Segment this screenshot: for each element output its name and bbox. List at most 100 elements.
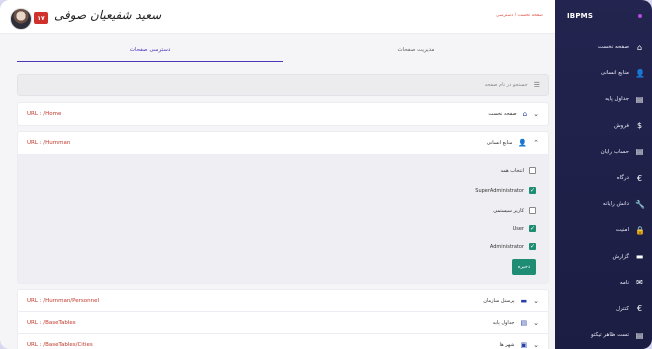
panel-url: URL : /BaseTables	[27, 320, 76, 326]
breadcrumb[interactable]: صفحه نخست / دسترسی	[496, 13, 543, 18]
sidebar-item-label: جداول پایه	[605, 96, 629, 103]
sidebar-item-label: تست ظاهر تیکتو	[590, 332, 629, 339]
filter-icon: ☰	[533, 81, 540, 89]
panel-title: جداول پایه	[492, 320, 515, 326]
user-signature: سعید شفیعیان صوفی	[54, 8, 162, 22]
brand-row: IBPMS	[555, 0, 652, 32]
chevron-down-icon[interactable]: ⌄	[533, 319, 539, 327]
sidebar-item-control[interactable]: کنترل €	[555, 296, 652, 322]
app-brand[interactable]: IBPMS	[567, 12, 593, 20]
app-window: ۱۷ سعید شفیعیان صوفی صفحه نخست / دسترسی …	[0, 0, 652, 349]
panel-header[interactable]: URL : /Humman منابع انسانی 👤 ⌃	[18, 132, 548, 154]
file-icon: ▤	[635, 94, 644, 104]
panel-header[interactable]: URL : /BaseTables/Cities شهر ها ▣ ⌄	[18, 334, 548, 349]
sidebar-item-label: فروش	[613, 122, 629, 129]
euro-icon: €	[636, 173, 643, 183]
panel-header[interactable]: URL : /BaseTables جداول پایه ▤ ⌄	[18, 312, 548, 334]
user-icon: 👤	[518, 139, 528, 147]
sidebar-item-base-tables[interactable]: جداول پایه ▤	[555, 86, 652, 112]
permission-label: User	[512, 225, 524, 232]
sidebar-item-human-resources[interactable]: منابع انسانی 👤	[555, 60, 652, 86]
tab-page-access[interactable]: دسترسی صفحات	[17, 38, 283, 62]
lock-icon: 🔒	[635, 225, 645, 235]
sidebar-item-label: صفحه نخست	[597, 44, 629, 51]
panel-title: شهر ها	[499, 342, 515, 348]
user-icon: 👤	[635, 68, 645, 78]
role-checkbox[interactable]: ✓	[529, 187, 536, 194]
image-icon: ▣	[520, 341, 528, 349]
permission-row: کاربر سیستمی	[493, 207, 536, 214]
sidebar-item-label: نامه	[619, 279, 629, 286]
panel-url: URL : /Home	[27, 111, 62, 117]
sidebar-item-reports[interactable]: گزارش ▬	[555, 244, 652, 270]
page-panel-home: URL : /Home صفحه نخست ⌂ ⌄	[17, 102, 549, 126]
permission-row: انتخاب همه	[500, 167, 536, 174]
avatar[interactable]	[10, 8, 32, 30]
chevron-up-icon[interactable]: ⌃	[533, 139, 539, 147]
mail-icon: ✉	[636, 278, 643, 288]
sidebar-item-label: گزارش	[612, 253, 629, 260]
panel-url: URL : /BaseTables/Cities	[27, 342, 93, 348]
wrench-icon: 🔧	[635, 199, 645, 209]
euro-icon: €	[636, 304, 643, 314]
sidebar-item-knowledge[interactable]: دانش رایانه 🔧	[555, 191, 652, 217]
sidebar-item-sales[interactable]: فروش $	[555, 113, 652, 139]
sidebar-item-label: حساب رایان	[600, 148, 629, 155]
dollar-icon: $	[636, 121, 643, 131]
permission-label: SuperAdministrator	[475, 187, 524, 194]
sidebar: IBPMS صفحه نخست ⌂ منابع انسانی 👤 جداول پای…	[555, 0, 652, 349]
panel-header[interactable]: URL : /Home صفحه نخست ⌂ ⌄	[18, 103, 548, 125]
page-panel-basetables: URL : /BaseTables جداول پایه ▤ ⌄	[17, 311, 549, 335]
panel-title: منابع انسانی	[486, 140, 513, 146]
permission-row: Administrator ✓	[490, 243, 536, 250]
sidebar-item-ticket-test[interactable]: تست ظاهر تیکتو ▤	[555, 322, 652, 348]
tab-page-management[interactable]: مدیریت صفحات	[283, 38, 549, 62]
home-icon: ⌂	[636, 42, 643, 52]
save-button[interactable]: ذخیره	[512, 259, 536, 275]
file-icon: ▤	[635, 147, 644, 157]
sidebar-item-home[interactable]: صفحه نخست ⌂	[555, 34, 652, 60]
chevron-down-icon[interactable]: ⌄	[533, 110, 539, 118]
folder-icon: ▬	[635, 252, 644, 262]
page-tabs: دسترسی صفحات مدیریت صفحات	[17, 38, 549, 62]
sidebar-item-label: دانش رایانه	[602, 201, 629, 208]
notification-badge[interactable]: ۱۷	[34, 12, 48, 24]
panel-title: صفحه نخست	[488, 111, 517, 117]
role-checkbox[interactable]: ✓	[529, 225, 536, 232]
page-panel-humman: URL : /Humman منابع انسانی 👤 ⌃ انتخاب هم…	[17, 131, 549, 284]
sidebar-item-label: منابع انسانی	[600, 70, 629, 77]
file-icon: ▤	[520, 319, 528, 327]
permission-row: User ✓	[513, 225, 536, 232]
permission-label: کاربر سیستمی	[493, 207, 524, 214]
panel-url: URL : /Humman/Personnel	[27, 298, 100, 304]
sidebar-item-security[interactable]: امنیت 🔒	[555, 217, 652, 243]
role-checkbox[interactable]	[529, 207, 536, 214]
folder-icon: ▬	[520, 297, 528, 305]
status-dot	[638, 14, 642, 18]
permissions-body: انتخاب همه SuperAdministrator ✓ کاربر سی…	[18, 154, 548, 283]
search-input[interactable]: جستجو در نام صفحه ☰	[17, 74, 549, 96]
search-placeholder: جستجو در نام صفحه	[484, 82, 528, 88]
panel-url: URL : /Humman	[27, 140, 71, 146]
select-all-checkbox[interactable]	[529, 167, 536, 174]
file-icon: ▤	[635, 330, 644, 340]
page-panel-cities: URL : /BaseTables/Cities شهر ها ▣ ⌄	[17, 333, 549, 349]
sidebar-item-label: درگاه	[616, 175, 629, 182]
page-panel-personnel: URL : /Humman/Personnel پرسنل سازمان ▬ ⌄	[17, 289, 549, 313]
top-bar: ۱۷ سعید شفیعیان صوفی صفحه نخست / دسترسی	[0, 0, 555, 34]
permission-label: Administrator	[489, 243, 524, 250]
permission-row: SuperAdministrator ✓	[475, 187, 536, 194]
panel-title: پرسنل سازمان	[483, 298, 515, 304]
chevron-down-icon[interactable]: ⌄	[533, 341, 539, 349]
panel-header[interactable]: URL : /Humman/Personnel پرسنل سازمان ▬ ⌄	[18, 290, 548, 312]
home-icon: ⌂	[522, 110, 528, 118]
permission-label: انتخاب همه	[500, 167, 524, 174]
sidebar-item-mail[interactable]: نامه ✉	[555, 270, 652, 296]
sidebar-item-label: امنیت	[615, 227, 629, 234]
sidebar-item-accounting[interactable]: حساب رایان ▤	[555, 139, 652, 165]
chevron-down-icon[interactable]: ⌄	[533, 297, 539, 305]
role-checkbox[interactable]: ✓	[529, 243, 536, 250]
sidebar-menu: صفحه نخست ⌂ منابع انسانی 👤 جداول پایه ▤ فرو…	[555, 34, 652, 348]
sidebar-item-label: کنترل	[616, 305, 629, 312]
sidebar-item-gateway[interactable]: درگاه €	[555, 165, 652, 191]
